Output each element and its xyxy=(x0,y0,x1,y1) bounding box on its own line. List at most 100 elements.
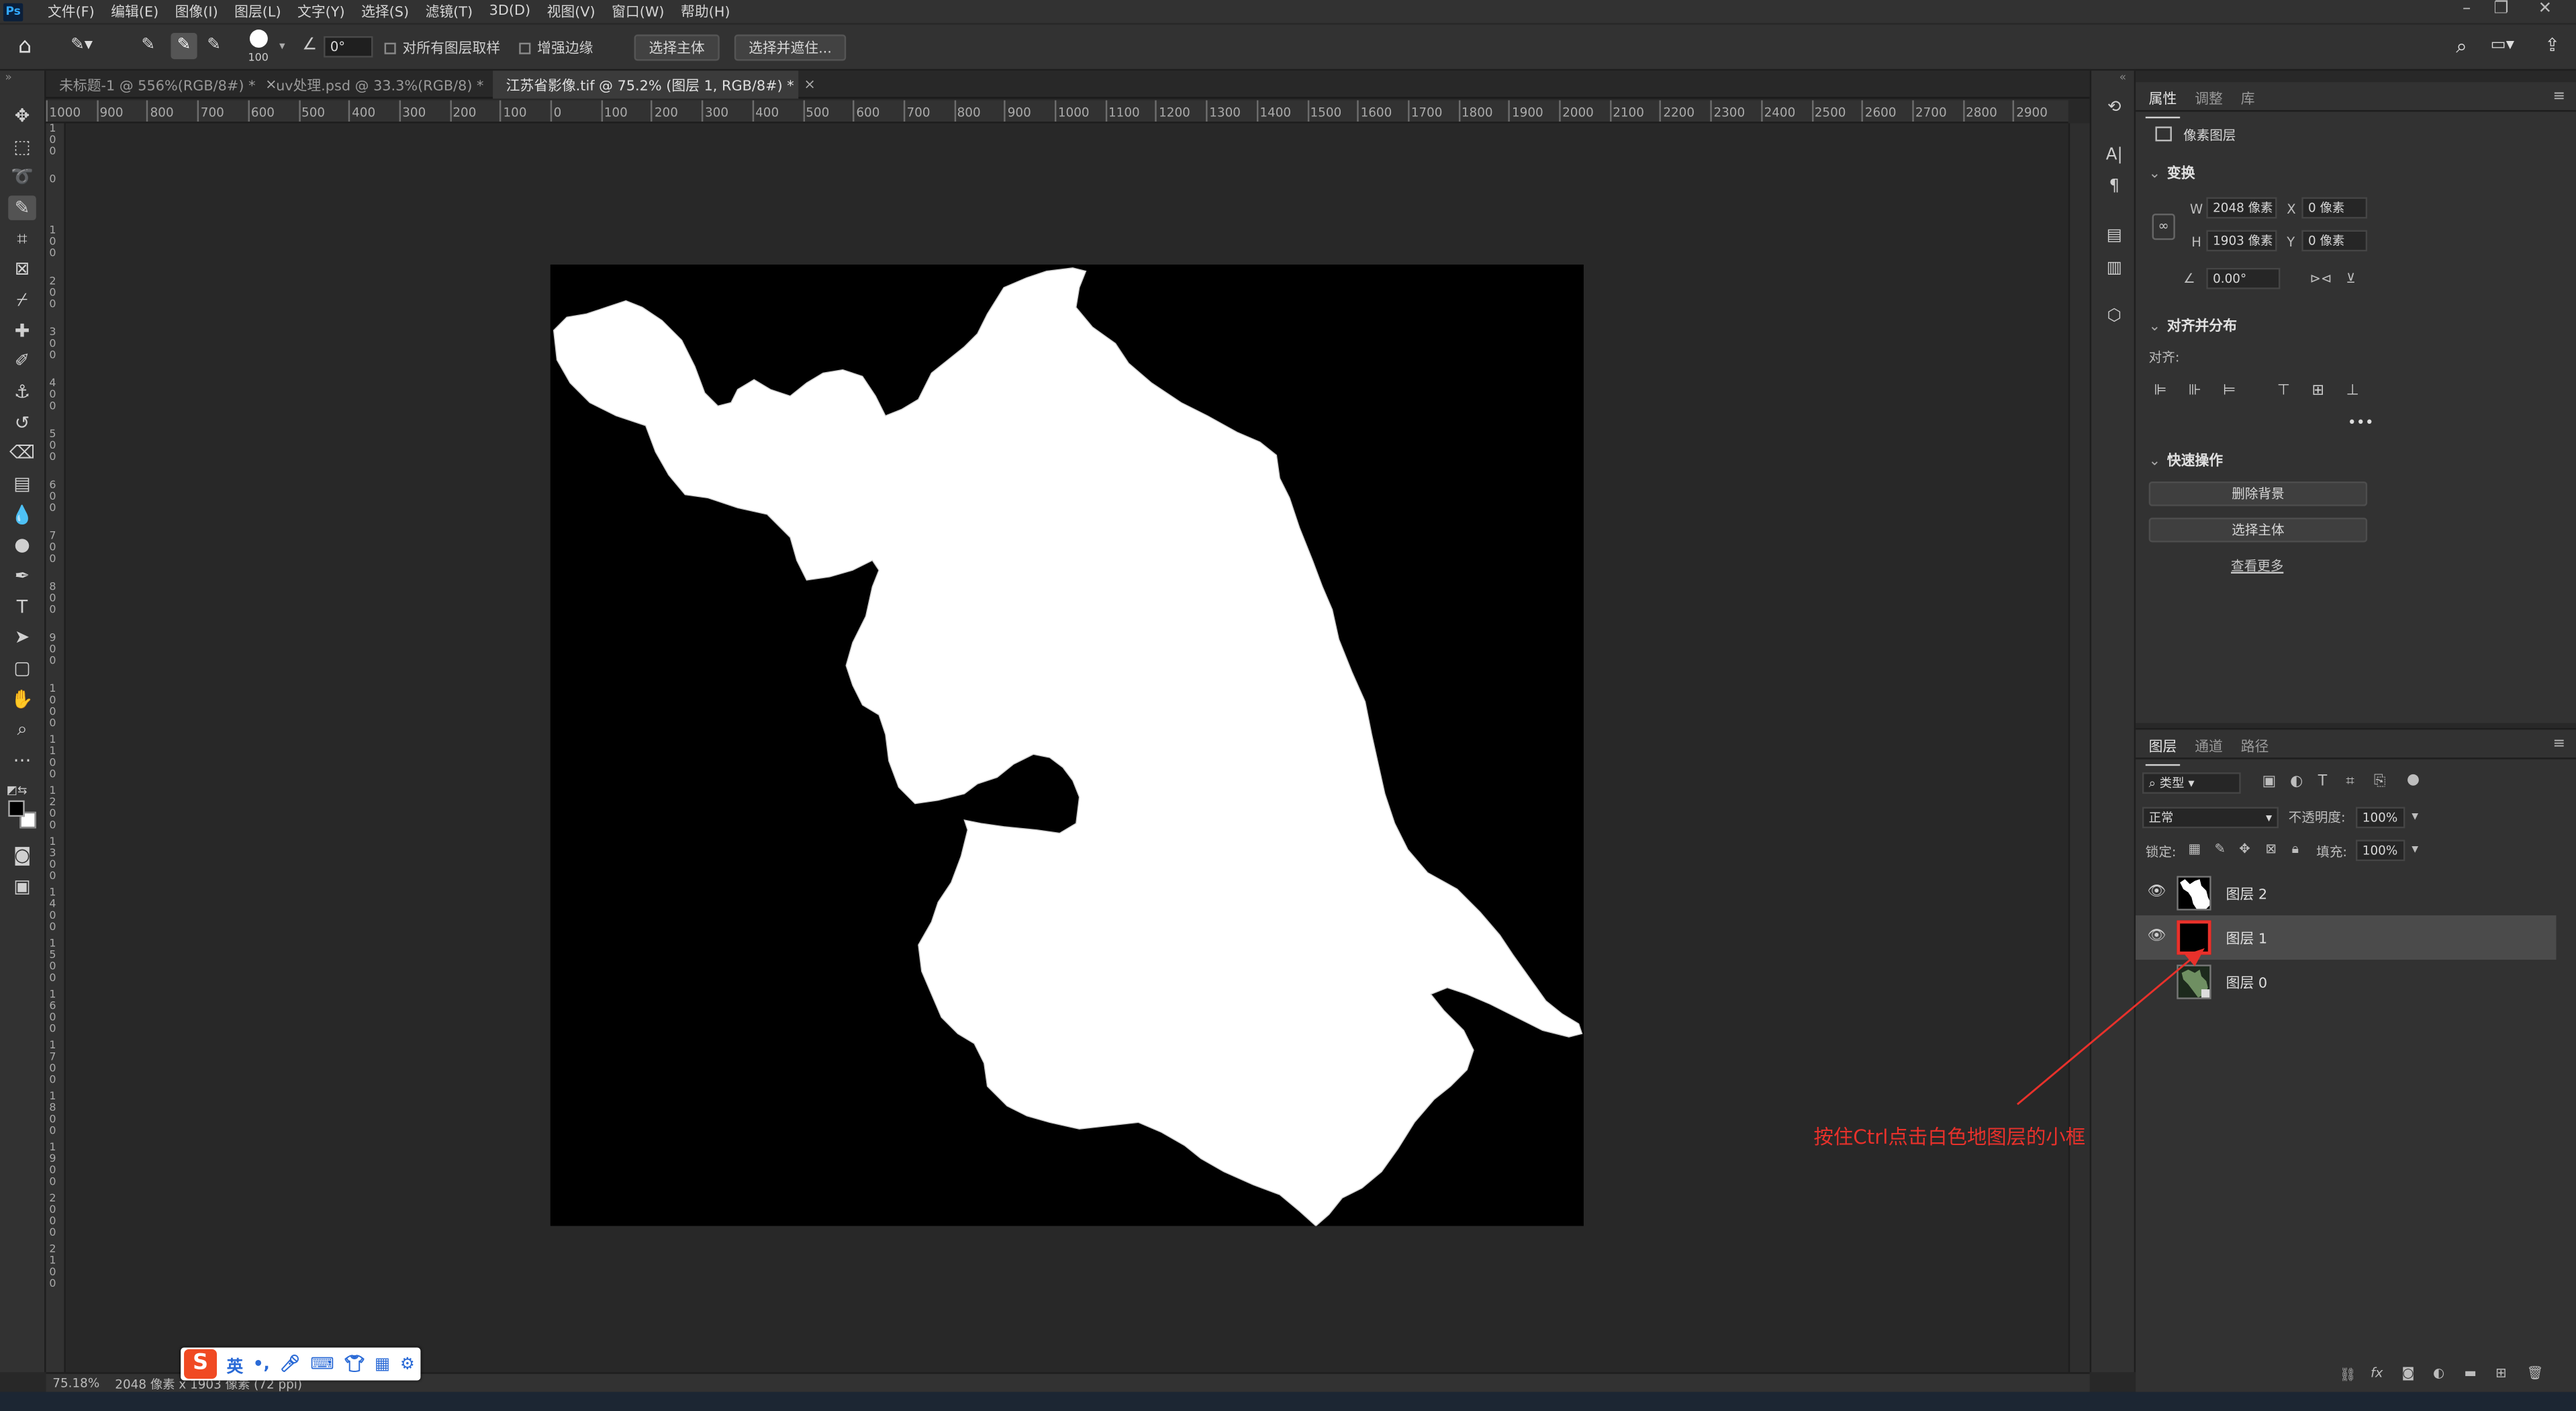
tab-paths[interactable]: 路径 xyxy=(2241,736,2269,756)
align-top-icon[interactable]: ⊤ xyxy=(2275,383,2291,399)
flip-horizontal-icon[interactable]: ⊳⊲ xyxy=(2309,271,2332,286)
search-icon[interactable]: ⌕ xyxy=(2456,34,2467,59)
panel-menu-icon[interactable]: ≡ xyxy=(2553,89,2565,105)
remove-background-button[interactable]: 删除背景 xyxy=(2148,481,2368,506)
align-left-icon[interactable]: ⊫ xyxy=(2152,383,2168,399)
opacity-input[interactable]: 100% xyxy=(2355,807,2405,829)
align-middle-v-icon[interactable]: ⊞ xyxy=(2309,383,2326,399)
keyboard-icon[interactable]: ⌨ xyxy=(310,1355,334,1373)
filter-type-icon[interactable]: T xyxy=(2318,774,2327,790)
default-colors-icon[interactable]: ◩⇆ xyxy=(7,784,28,797)
y-input[interactable]: 0 像素 xyxy=(2301,230,2368,252)
height-input[interactable]: 1903 像素 xyxy=(2206,230,2277,252)
add-mask-icon[interactable]: ◙ xyxy=(2402,1365,2415,1380)
collapse-strip-icon[interactable]: « xyxy=(2119,71,2127,84)
menu-item-2[interactable]: 图像(I) xyxy=(166,1,226,21)
width-input[interactable]: 2048 像素 xyxy=(2206,197,2277,219)
tab-close-icon[interactable]: × xyxy=(804,77,815,93)
zoom-level[interactable]: 75.18% xyxy=(52,1375,99,1390)
zoom-tool-icon[interactable]: ⌕ xyxy=(8,717,36,741)
select-and-mask-button[interactable]: 选择并遮住... xyxy=(734,34,847,61)
blend-mode-select[interactable]: 正常 ▾ xyxy=(2142,807,2279,829)
pen-tool-icon[interactable]: ✒ xyxy=(8,563,36,588)
link-layers-icon[interactable]: ⛓ xyxy=(2340,1367,2356,1382)
minimize-icon[interactable]: – xyxy=(2463,0,2471,18)
settings-icon[interactable]: ⚙ xyxy=(400,1355,415,1373)
blur-tool-icon[interactable]: 💧 xyxy=(8,503,36,528)
visibility-eye-icon[interactable]: 👁︎ xyxy=(2147,884,2166,900)
eraser-tool-icon[interactable]: ⌫ xyxy=(8,441,36,465)
tab-layers[interactable]: 图层 xyxy=(2145,736,2181,766)
lock-transparent-icon[interactable]: ▦ xyxy=(2188,841,2201,856)
align-section[interactable]: ⌄ 对齐并分布 xyxy=(2149,316,2237,335)
tab-properties[interactable]: 属性 xyxy=(2145,89,2181,119)
quick-selection-tool-icon[interactable]: ✎ xyxy=(8,195,36,220)
adjustment-layer-icon[interactable]: ◐ xyxy=(2433,1365,2444,1380)
restore-icon[interactable]: ❐ xyxy=(2494,0,2509,18)
gradient-tool-icon[interactable]: ▤ xyxy=(8,471,36,496)
lock-position-icon[interactable]: ✥ xyxy=(2239,841,2250,856)
frame-tool-icon[interactable]: ⊠ xyxy=(8,257,36,281)
layer-row-2[interactable]: 👁︎ 图层 2 xyxy=(2136,871,2556,915)
layer-thumbnail[interactable] xyxy=(2177,876,2211,911)
menu-item-10[interactable]: 帮助(H) xyxy=(673,1,738,21)
layers-menu-icon[interactable]: ≡ xyxy=(2553,736,2565,752)
foreground-color-swatch[interactable] xyxy=(8,800,25,817)
flip-vertical-icon[interactable]: ⊻ xyxy=(2346,271,2355,286)
brush-size-icon[interactable] xyxy=(249,30,268,48)
fill-dropdown-icon[interactable]: ▾ xyxy=(2412,841,2418,856)
paragraph-panel-icon[interactable]: ¶ xyxy=(2103,176,2126,199)
tab-channels[interactable]: 通道 xyxy=(2195,736,2223,756)
document-tab-2[interactable]: 江苏省影像.tif @ 75.2% (图层 1, RGB/8#) * × xyxy=(493,71,816,99)
eyedropper-tool-icon[interactable]: ⌿ xyxy=(8,287,36,312)
lock-image-icon[interactable]: ✎ xyxy=(2215,841,2226,856)
menu-item-9[interactable]: 窗口(W) xyxy=(604,1,673,21)
menu-item-8[interactable]: 视图(V) xyxy=(538,1,604,21)
marquee-tool-icon[interactable]: ⬚ xyxy=(8,135,36,160)
select-subject-panel-button[interactable]: 选择主体 xyxy=(2148,517,2368,543)
new-layer-icon[interactable]: ⊞ xyxy=(2495,1365,2506,1380)
view-more-link[interactable]: 查看更多 xyxy=(2231,557,2283,576)
punctuation-icon[interactable]: •, xyxy=(253,1355,270,1373)
screen-mode-icon[interactable]: ▣ xyxy=(8,874,36,899)
quick-selection-preset-icon[interactable]: ✎▾ xyxy=(70,36,93,54)
path-selection-tool-icon[interactable]: ➤ xyxy=(8,625,36,649)
shape-tool-icon[interactable]: ▢ xyxy=(8,655,36,680)
add-to-selection-icon[interactable]: ✎ xyxy=(171,32,197,60)
menu-item-5[interactable]: 选择(S) xyxy=(353,1,418,21)
align-bottom-icon[interactable]: ⊥ xyxy=(2344,383,2360,399)
more-options-icon[interactable]: ••• xyxy=(2348,416,2374,432)
lasso-tool-icon[interactable]: ➰ xyxy=(8,165,36,189)
transform-section[interactable]: ⌄ 变换 xyxy=(2149,163,2195,182)
workspace-icon[interactable]: ▭▾ xyxy=(2491,36,2514,54)
sogou-logo-icon[interactable]: S xyxy=(184,1349,218,1379)
hand-tool-icon[interactable]: ✋ xyxy=(8,687,36,712)
filter-smart-object-icon[interactable]: ⎘ xyxy=(2374,774,2386,790)
microphone-icon[interactable]: 🎤︎ xyxy=(279,1355,300,1373)
brush-tool-icon[interactable]: ✐ xyxy=(8,349,36,373)
tab-adjustments[interactable]: 调整 xyxy=(2195,89,2223,108)
lock-all-icon[interactable]: 🔒︎ xyxy=(2292,841,2299,858)
tab-libraries[interactable]: 库 xyxy=(2241,89,2255,108)
share-icon[interactable]: ⇪ xyxy=(2544,34,2560,56)
menu-item-0[interactable]: 文件(F) xyxy=(40,1,103,21)
x-input[interactable]: 0 像素 xyxy=(2301,197,2368,219)
angle-input[interactable]: 0° xyxy=(324,36,373,58)
healing-brush-tool-icon[interactable]: ✚ xyxy=(8,319,36,344)
clone-stamp-tool-icon[interactable]: ⚓ xyxy=(8,379,36,404)
document-tab-1[interactable]: uv处理.psd @ 33.3%(RGB/8) *× xyxy=(263,71,506,99)
document-canvas[interactable] xyxy=(550,264,1584,1227)
ime-mode[interactable]: 英 xyxy=(227,1352,243,1376)
filter-toggle-icon[interactable]: ● xyxy=(2407,772,2420,788)
document-tab-0[interactable]: 未标题-1 @ 556%(RGB/8#) * × xyxy=(46,71,277,99)
enhance-edge-checkbox[interactable]: 增强边缘 xyxy=(519,38,593,58)
vertical-scrollbar[interactable] xyxy=(2068,123,2090,1373)
menu-item-4[interactable]: 文字(Y) xyxy=(289,1,353,21)
new-group-icon[interactable]: ▬ xyxy=(2465,1365,2477,1380)
layer-filter-select[interactable]: ⌕ 类型 ▾ xyxy=(2142,772,2241,794)
apps-icon[interactable]: ▦ xyxy=(375,1355,390,1373)
rotation-angle-input[interactable]: 0.00° xyxy=(2206,267,2281,289)
history-panel-icon[interactable]: ⟲ xyxy=(2103,97,2126,120)
subtract-selection-icon[interactable]: ✎ xyxy=(207,36,221,54)
quick-mask-icon[interactable]: ◙ xyxy=(8,843,36,868)
